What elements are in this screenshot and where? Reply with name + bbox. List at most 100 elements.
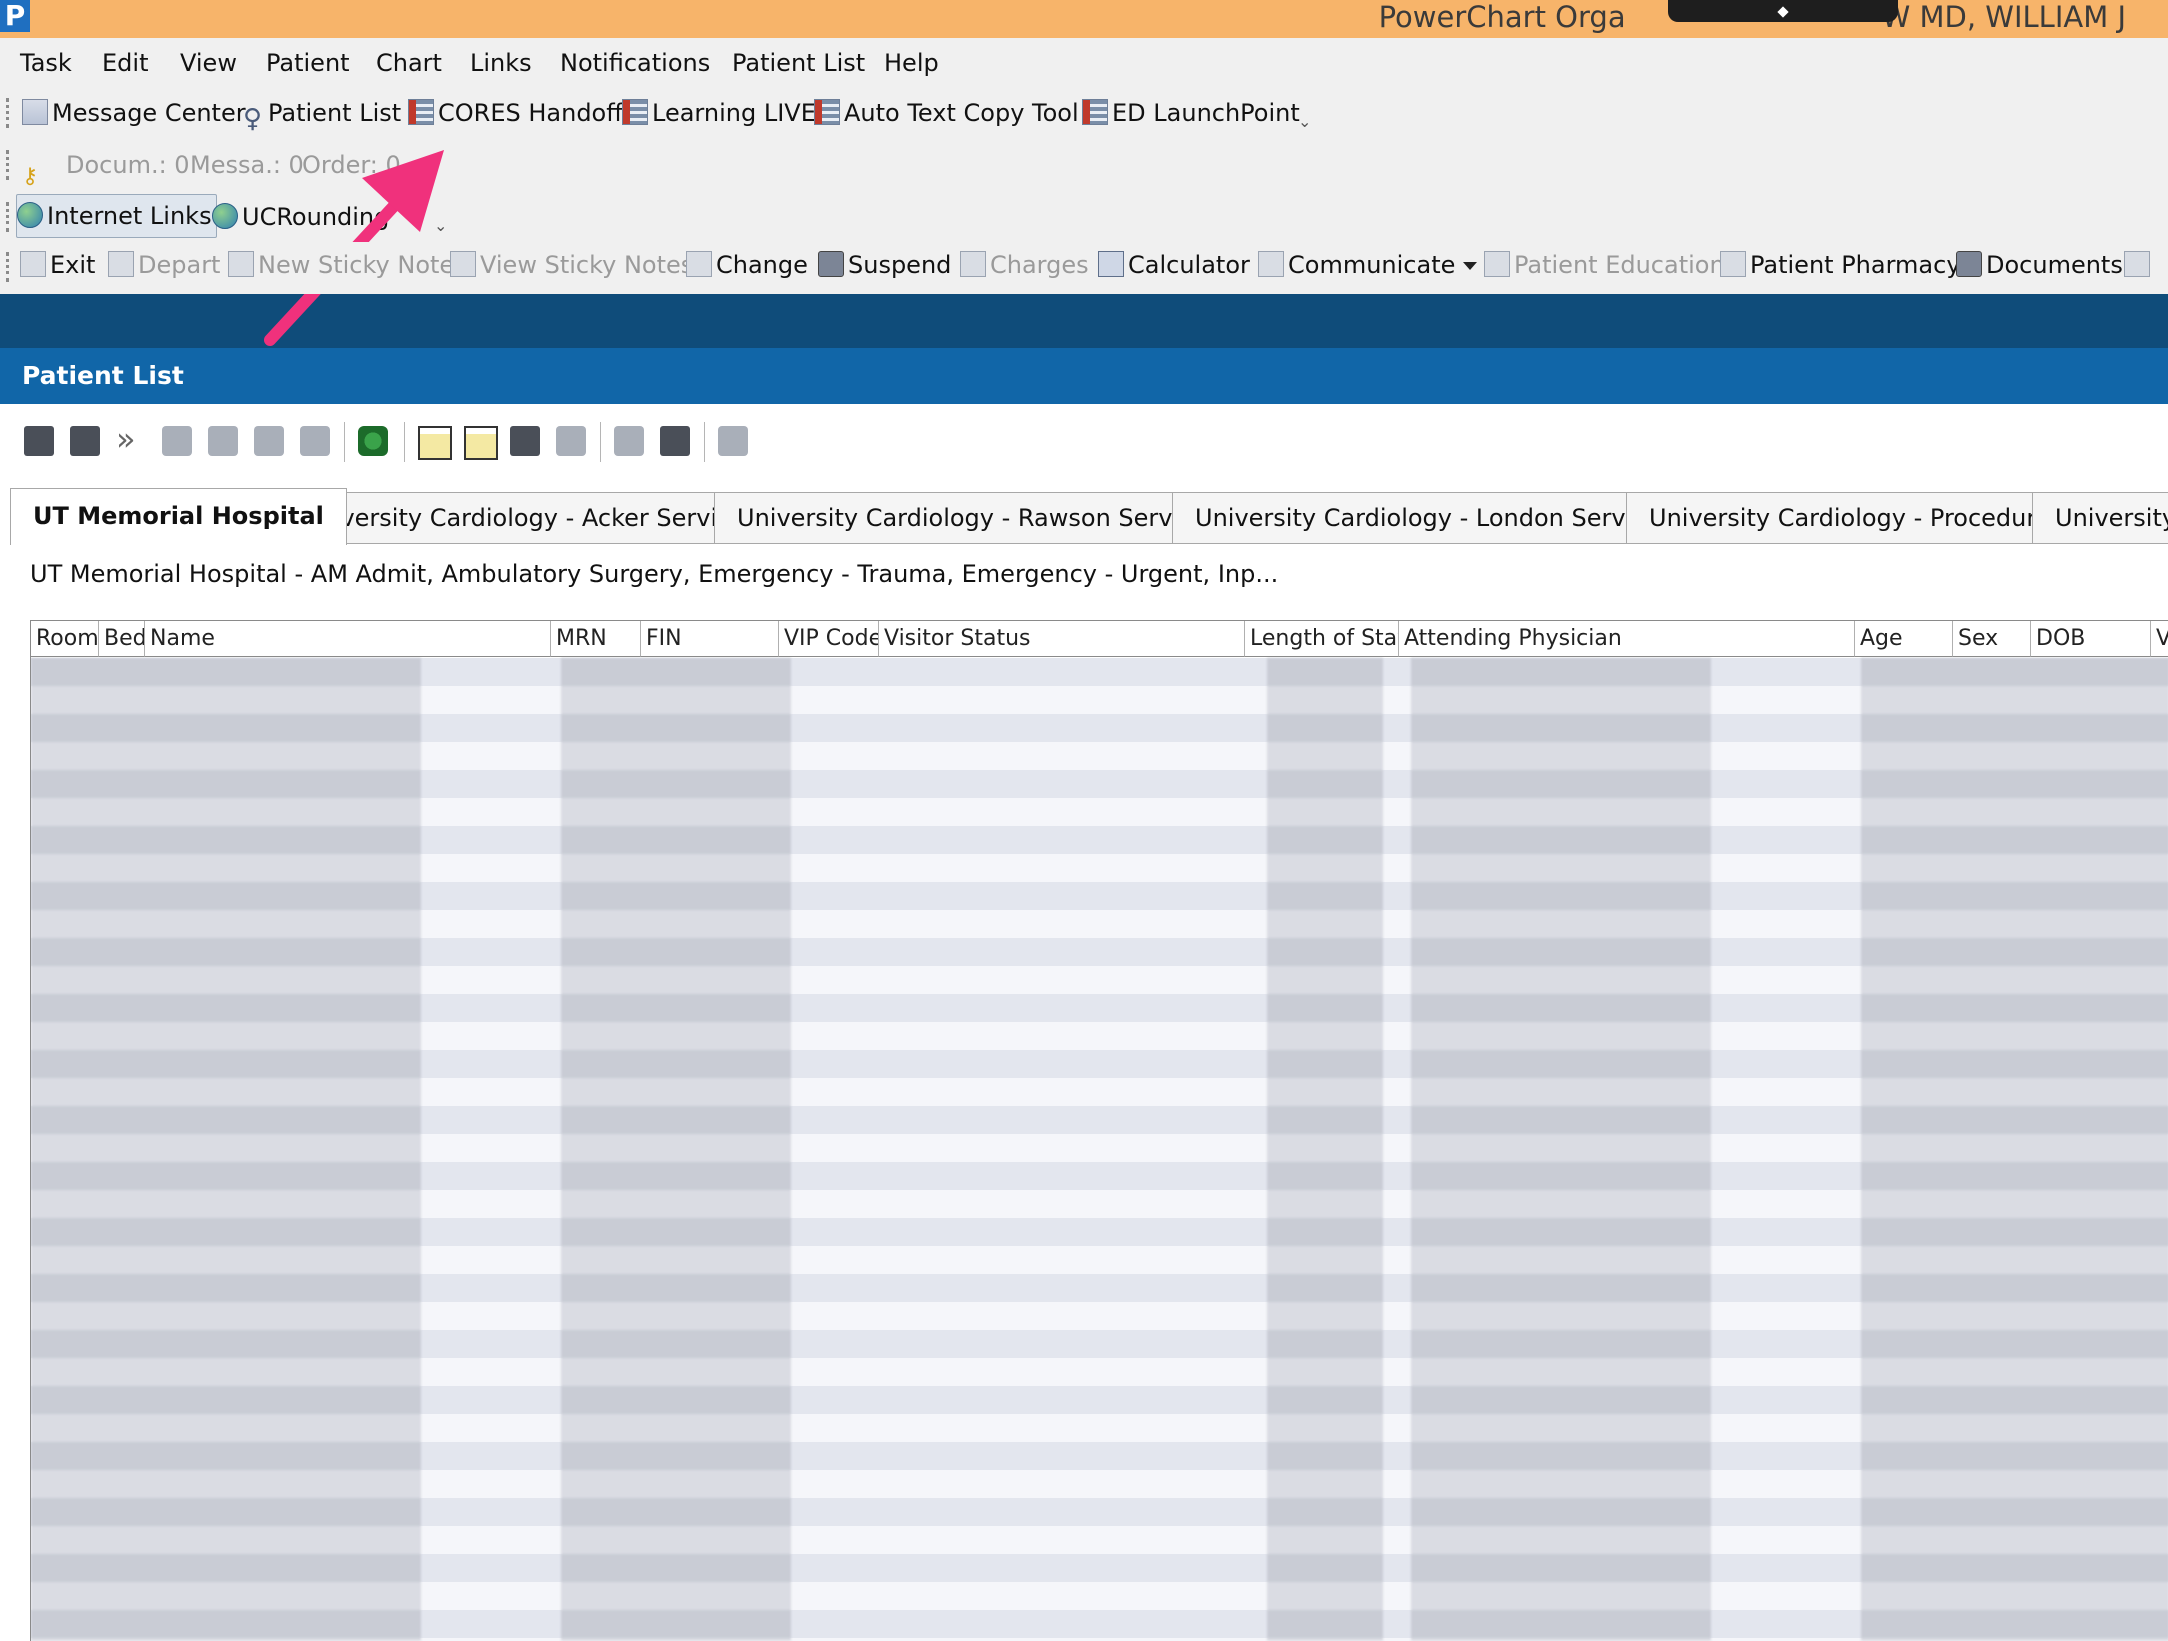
tab-university-more[interactable]: University C	[2032, 492, 2168, 544]
menu-chart[interactable]: Chart	[376, 38, 442, 88]
tab-rawson-service[interactable]: University Cardiology - Rawson Service	[714, 492, 1231, 544]
new-sticky-note-button[interactable]: New Sticky Note	[228, 240, 454, 290]
label-icon[interactable]	[614, 426, 644, 456]
list-caption: UT Memorial Hospital - AM Admit, Ambulat…	[30, 560, 1279, 588]
documents-button[interactable]: Documents	[1956, 240, 2123, 290]
print-icon[interactable]	[718, 426, 748, 456]
column-header-room[interactable]: Room	[31, 621, 99, 657]
auto-text-copy-tool-button[interactable]: Auto Text Copy Tool	[814, 88, 1079, 138]
relationship-add-icon[interactable]	[208, 426, 238, 456]
exit-icon	[20, 251, 46, 277]
tab-london-service[interactable]: University Cardiology - London Service	[1172, 492, 1684, 544]
assign-icon[interactable]	[300, 426, 330, 456]
redacted-name-block	[31, 658, 421, 1641]
globe-icon	[212, 203, 238, 229]
calculator-button[interactable]: Calculator	[1098, 240, 1250, 290]
toolbar-actions: Exit Depart New Sticky Note View Sticky …	[0, 242, 2168, 294]
depart-button[interactable]: Depart	[108, 240, 220, 290]
messages-count[interactable]: Messa.: 0	[190, 140, 304, 190]
menu-task[interactable]: Task	[20, 38, 72, 88]
menu-patient[interactable]: Patient	[266, 38, 350, 88]
tab-procedures[interactable]: University Cardiology - Procedures	[1626, 492, 2086, 544]
tab-ut-memorial-hospital[interactable]: UT Memorial Hospital	[10, 488, 347, 545]
patient-rows-redacted[interactable]	[31, 658, 2168, 1641]
depart-icon	[108, 251, 134, 277]
column-header-length-of-stay[interactable]: Length of Stay	[1245, 621, 1399, 657]
change-button[interactable]: Change	[686, 240, 808, 290]
ucrounding-button[interactable]: UCRounding	[212, 192, 389, 242]
menu-patient-list[interactable]: Patient List	[732, 38, 865, 88]
clipboard-icon[interactable]	[464, 426, 498, 460]
menu-help[interactable]: Help	[884, 38, 939, 88]
documents-count[interactable]: Docum.: 0	[66, 140, 190, 190]
column-header-mrn[interactable]: MRN	[551, 621, 641, 657]
properties-icon[interactable]	[24, 426, 54, 456]
communicate-button[interactable]: Communicate	[1258, 240, 1478, 290]
task-list-icon[interactable]	[660, 426, 690, 456]
column-header-attending-physician[interactable]: Attending Physician	[1399, 621, 1855, 657]
toolbar-separator	[404, 422, 405, 462]
column-header-visitor-status[interactable]: Visitor Status	[879, 621, 1245, 657]
checklist-icon[interactable]	[418, 426, 452, 460]
section-header: Patient List	[0, 348, 2168, 404]
menu-view[interactable]: View	[180, 38, 237, 88]
menu-links[interactable]: Links	[470, 38, 532, 88]
toolbar-separator	[600, 422, 601, 462]
education-icon	[1484, 251, 1510, 277]
grid-icon	[1082, 99, 1108, 125]
column-header-v[interactable]: V	[2151, 621, 2168, 657]
person-icon	[240, 94, 264, 144]
communicate-icon	[1258, 251, 1284, 277]
column-header-fin[interactable]: FIN	[641, 621, 779, 657]
exit-button[interactable]: Exit	[20, 240, 95, 290]
patient-list-button[interactable]: Patient List	[240, 88, 401, 144]
patient-pharmacy-button[interactable]: Patient Pharmacy	[1720, 240, 1961, 290]
column-header-vip-code[interactable]: VIP Code	[779, 621, 879, 657]
copy-icon[interactable]	[510, 426, 540, 456]
column-header-bed[interactable]: Bed	[99, 621, 145, 657]
toolbar-overflow-icon[interactable]: ⌄	[434, 216, 447, 235]
redacted-los-block	[1267, 658, 1383, 1641]
sticky-note-icon	[228, 251, 254, 277]
column-header-sex[interactable]: Sex	[1953, 621, 2031, 657]
list-tabs: UT Memorial Hospital University Cardiolo…	[0, 488, 2168, 545]
charges-button[interactable]: Charges	[960, 240, 1089, 290]
cores-handoff-button[interactable]: CORES Handoff	[408, 88, 623, 138]
menu-edit[interactable]: Edit	[102, 38, 148, 88]
view-sticky-notes-button[interactable]: View Sticky Notes	[450, 240, 693, 290]
column-header-name[interactable]: Name	[145, 621, 551, 657]
toolbar-grip[interactable]	[6, 98, 13, 128]
refresh-home-icon[interactable]	[358, 426, 388, 456]
learning-live-button[interactable]: Learning LIVE	[622, 88, 816, 138]
more-toolbar-icon[interactable]	[2124, 240, 2154, 290]
message-center-button[interactable]: Message Center	[22, 88, 246, 138]
relationship-remove-icon[interactable]	[254, 426, 284, 456]
internet-links-button[interactable]: Internet Links	[16, 194, 217, 238]
suspend-icon	[818, 251, 844, 277]
forward-icon[interactable]: »	[116, 423, 146, 456]
suspend-button[interactable]: Suspend	[818, 240, 951, 290]
documents-icon	[1956, 251, 1982, 277]
column-header-dob[interactable]: DOB	[2031, 621, 2151, 657]
toolbar-grip[interactable]	[6, 202, 13, 232]
toolbar-grip[interactable]	[6, 252, 13, 282]
search-icon[interactable]	[162, 426, 192, 456]
redacted-id-block	[561, 658, 791, 1641]
tab-acker-service[interactable]: University Cardiology - Acker Service	[278, 492, 769, 544]
menu-bar: Task Edit View Patient Chart Links Notif…	[0, 38, 2168, 88]
orders-count[interactable]: Order: 0	[302, 140, 401, 190]
globe-icon	[17, 202, 43, 228]
modify-list-icon[interactable]	[70, 426, 100, 456]
patient-education-button[interactable]: Patient Education	[1484, 240, 1725, 290]
patient-grid: Room Bed Name MRN FIN VIP Code Visitor S…	[30, 620, 2168, 1641]
grid-icon	[814, 99, 840, 125]
toolbar-separator	[344, 422, 345, 462]
toolbar-overflow-icon[interactable]: ⌄	[1298, 112, 1311, 131]
redacted-physician-block	[1411, 658, 1711, 1641]
ed-launchpoint-button[interactable]: ED LaunchPoint	[1082, 88, 1300, 138]
paste-icon[interactable]	[556, 426, 586, 456]
menu-notifications[interactable]: Notifications	[560, 38, 710, 88]
title-overlay-handle[interactable]	[1668, 0, 1898, 22]
column-header-age[interactable]: Age	[1855, 621, 1953, 657]
toolbar-grip[interactable]	[6, 150, 13, 180]
